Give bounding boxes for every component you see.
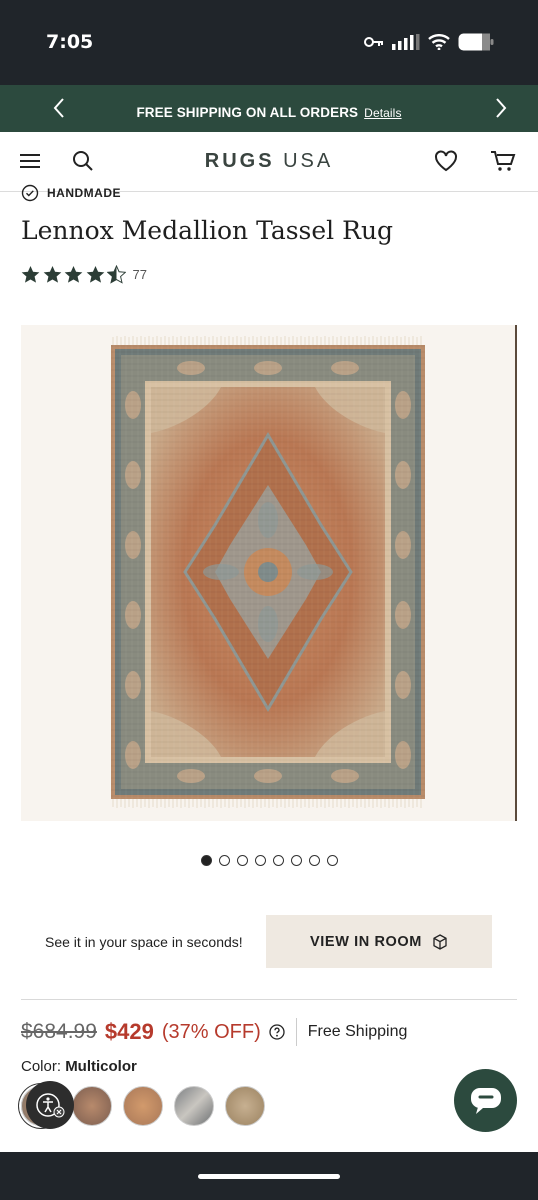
image-edge <box>515 325 517 821</box>
view-in-room-button[interactable]: VIEW IN ROOM <box>266 915 492 968</box>
product-title: Lennox Medallion Tassel Rug <box>21 216 394 245</box>
free-shipping-label: Free Shipping <box>307 1023 408 1040</box>
price-row: $684.99 $429 (37% OFF) Free Shipping <box>21 1017 407 1047</box>
carousel-dot[interactable] <box>272 855 284 866</box>
status-bar: 7:05 <box>0 0 538 85</box>
battery-icon <box>458 33 494 51</box>
promo-text: FREE SHIPPING ON ALL ORDERS <box>136 105 359 120</box>
star-full-icon <box>64 265 83 283</box>
image-carousel-dots <box>0 855 538 866</box>
color-value: Multicolor <box>65 1058 137 1075</box>
handmade-label: HANDMADE <box>47 186 121 200</box>
carousel-dot[interactable] <box>236 855 248 866</box>
cart-icon <box>491 151 516 171</box>
view-in-room-prompt: See it in your space in seconds! <box>45 934 243 950</box>
star-half-icon <box>107 265 126 284</box>
promo-banner: FREE SHIPPING ON ALL ORDERS Details <box>0 85 538 132</box>
cube-icon <box>433 933 447 950</box>
cart-button[interactable] <box>490 148 516 174</box>
star-full-icon <box>86 265 104 283</box>
carousel-dot[interactable] <box>218 855 230 866</box>
status-icons <box>364 33 494 51</box>
product-rating[interactable]: 77 <box>21 265 147 284</box>
home-indicator[interactable] <box>198 1174 340 1179</box>
carousel-dot[interactable] <box>326 855 338 866</box>
chat-button[interactable] <box>454 1069 517 1132</box>
original-price: $684.99 <box>21 1020 97 1043</box>
wishlist-button[interactable] <box>433 148 459 174</box>
star-full-icon <box>21 265 40 283</box>
key-icon <box>364 37 383 47</box>
question-circle-icon[interactable] <box>269 1024 285 1040</box>
color-selection: Color: Multicolor <box>21 1058 137 1075</box>
wifi-icon <box>428 34 450 50</box>
promo-details-link[interactable]: Details <box>364 106 401 120</box>
divider <box>21 999 517 1000</box>
status-time: 7:05 <box>46 31 94 53</box>
accessibility-button[interactable] <box>26 1081 74 1129</box>
color-swatch[interactable] <box>225 1086 265 1126</box>
carousel-dot[interactable] <box>290 855 302 866</box>
color-swatch[interactable] <box>72 1086 112 1126</box>
promo-message: FREE SHIPPING ON ALL ORDERS Details <box>0 105 538 120</box>
carousel-dot[interactable] <box>200 855 212 866</box>
discount-label: (37% OFF) <box>161 1020 261 1043</box>
star-full-icon <box>43 265 61 283</box>
logo-text-bold: RUGS <box>204 150 275 172</box>
view-in-room-label: VIEW IN ROOM <box>310 933 422 950</box>
sale-price: $429 <box>104 1019 154 1044</box>
checkmark-circle-icon <box>21 184 39 202</box>
product-image[interactable] <box>21 325 517 821</box>
separator <box>295 1018 297 1046</box>
review-count: 77 <box>132 267 147 282</box>
signal-icon <box>392 34 420 50</box>
logo-text-light: USA <box>283 150 334 172</box>
carousel-dot[interactable] <box>254 855 266 866</box>
handmade-badge: HANDMADE <box>21 184 121 202</box>
color-swatch[interactable] <box>123 1086 163 1126</box>
heart-icon <box>435 150 457 172</box>
carousel-dot[interactable] <box>308 855 320 866</box>
accessibility-icon <box>36 1093 65 1118</box>
promo-next-button[interactable] <box>488 95 514 121</box>
site-header: RUGS USA <box>0 132 538 192</box>
chevron-right-icon <box>496 98 507 118</box>
chat-bubble-icon <box>470 1087 501 1114</box>
rug-image <box>111 336 425 808</box>
color-swatch[interactable] <box>174 1086 214 1126</box>
color-label: Color: <box>21 1058 62 1075</box>
